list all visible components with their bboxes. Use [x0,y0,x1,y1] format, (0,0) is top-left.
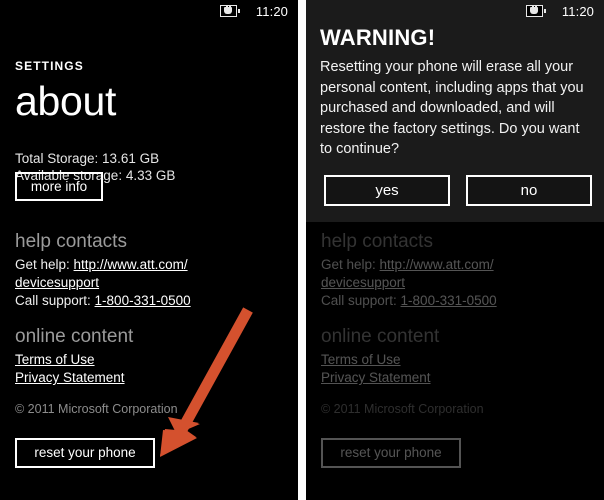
left-phone-screen: 11:20 SETTINGS about Total Storage: 13.6… [0,0,298,500]
help-contacts-section-dimmed: help contacts Get help: http://www.att.c… [321,232,591,310]
terms-of-use-row: Terms of Use [15,351,285,369]
reset-warning-dialog: 11:20 WARNING! Resetting your phone will… [306,0,604,222]
dual-screenshot-comparison: 11:20 SETTINGS about Total Storage: 13.6… [0,0,604,500]
online-content-section: online content Terms of Use Privacy Stat… [15,327,285,387]
about-page: SETTINGS about Total Storage: 13.61 GB A… [0,0,298,500]
get-help-row-continued: devicesupport [15,274,285,292]
call-support-phone-link[interactable]: 1-800-331-0500 [95,293,191,308]
more-info-button[interactable]: more info [15,172,103,201]
reset-your-phone-button[interactable]: reset your phone [15,438,155,468]
warning-dialog-actions: yes no [324,175,592,206]
terms-of-use-link-dimmed: Terms of Use [321,352,401,367]
call-support-row-dimmed: Call support: 1-800-331-0500 [321,292,591,310]
online-content-section-dimmed: online content Terms of Use Privacy Stat… [321,327,591,387]
copyright-text: © 2011 Microsoft Corporation [15,402,178,416]
call-support-label-dimmed: Call support: [321,293,401,308]
warning-dialog-title: WARNING! [320,25,436,50]
online-content-heading: online content [15,326,134,347]
total-storage-label: Total Storage: 13.61 GB [15,151,160,166]
app-title: SETTINGS [15,59,84,73]
call-support-row: Call support: 1-800-331-0500 [15,292,285,310]
get-help-label: Get help: [15,257,74,272]
get-help-row-continued-dimmed: devicesupport [321,274,591,292]
right-phone-screen: SETTINGS about Total Storage: 13.61 GB A… [306,0,604,500]
terms-of-use-row-dimmed: Terms of Use [321,351,591,369]
terms-of-use-link[interactable]: Terms of Use [15,352,95,367]
privacy-statement-row-dimmed: Privacy Statement [321,369,591,387]
copyright-text-dimmed: © 2011 Microsoft Corporation [321,402,484,416]
battery-charging-icon [525,4,548,18]
status-bar-clock-dialog: 11:20 [561,3,594,19]
page-header: SETTINGS about [15,30,116,123]
help-contacts-heading: help contacts [15,231,127,252]
get-help-row: Get help: http://www.att.com/ [15,256,285,274]
yes-button[interactable]: yes [324,175,450,206]
att-device-support-link-line2[interactable]: devicesupport [15,275,99,290]
help-contacts-heading-dimmed: help contacts [321,231,433,252]
att-device-support-link-line2-dimmed: devicesupport [321,275,406,290]
call-support-label: Call support: [15,293,95,308]
call-support-phone-link-dimmed: 1-800-331-0500 [400,293,497,308]
att-device-support-link-line1-dimmed: http://www.att.com/ [379,257,494,272]
status-bar-dialog: 11:20 [306,0,604,22]
online-content-heading-dimmed: online content [321,326,440,347]
reset-your-phone-button-dimmed: reset your phone [321,438,461,468]
no-button[interactable]: no [466,175,592,206]
page-title: about [15,78,117,124]
battery-charging-icon [219,4,242,18]
privacy-statement-link-dimmed: Privacy Statement [321,370,431,385]
status-bar-clock: 11:20 [255,3,288,19]
status-bar: 11:20 [0,0,298,22]
privacy-statement-link[interactable]: Privacy Statement [15,370,125,385]
get-help-label-dimmed: Get help: [321,257,380,272]
get-help-row-dimmed: Get help: http://www.att.com/ [321,256,591,274]
help-contacts-section: help contacts Get help: http://www.att.c… [15,232,285,310]
panel-divider [298,0,306,500]
att-device-support-link-line1[interactable]: http://www.att.com/ [74,257,188,272]
privacy-statement-row: Privacy Statement [15,369,285,387]
warning-dialog-message: Resetting your phone will erase all your… [320,59,584,157]
